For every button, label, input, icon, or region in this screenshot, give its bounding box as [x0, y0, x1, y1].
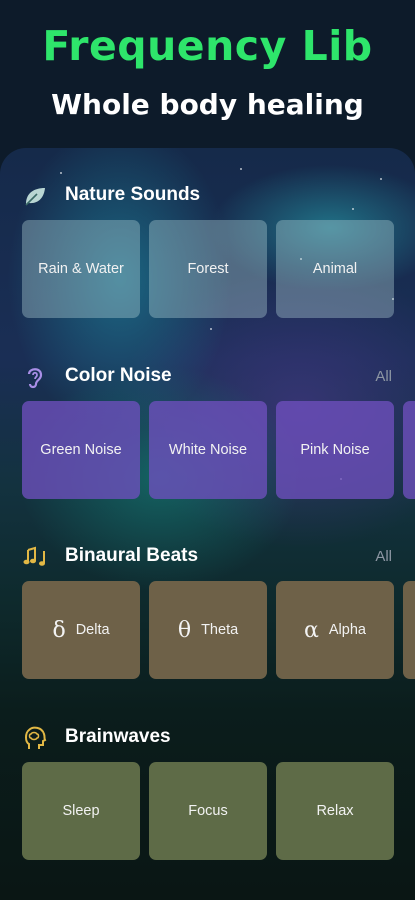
- tile-green-noise[interactable]: Green Noise: [22, 401, 140, 499]
- tile-white-noise[interactable]: White Noise: [149, 401, 267, 499]
- tile-label: Delta: [75, 622, 110, 638]
- app-subtitle: Whole body healing: [51, 88, 364, 121]
- section-title: Color Noise: [65, 365, 172, 386]
- tile-label: Alpha: [328, 622, 366, 638]
- music-notes-icon: [22, 544, 48, 570]
- tile-partial-next[interactable]: [403, 401, 415, 499]
- section-title: Nature Sounds: [65, 184, 201, 205]
- leaf-icon: [22, 183, 48, 209]
- tile-sleep[interactable]: Sleep: [22, 762, 140, 860]
- color-noise-all-link[interactable]: All: [375, 368, 392, 385]
- tile-focus[interactable]: Focus: [149, 762, 267, 860]
- brain-head-icon: [22, 725, 48, 751]
- binaural-all-link[interactable]: All: [375, 548, 392, 565]
- section-binaural-beats: Binaural Beats All: [22, 542, 394, 572]
- library-panel: Nature Sounds Rain & Water Forest Animal…: [0, 148, 415, 900]
- tile-delta[interactable]: δ Delta: [22, 581, 140, 679]
- theta-symbol: θ: [177, 617, 192, 643]
- section-nature-sounds: Nature Sounds: [22, 181, 394, 211]
- ear-icon: [22, 364, 48, 390]
- binaural-beats-row: δ Delta θ Theta α Alpha: [22, 581, 415, 679]
- brainwaves-row: Sleep Focus Relax: [22, 762, 415, 860]
- section-title: Brainwaves: [65, 726, 171, 747]
- tile-animal[interactable]: Animal: [276, 220, 394, 318]
- tile-partial-next[interactable]: [403, 581, 415, 679]
- tile-alpha[interactable]: α Alpha: [276, 581, 394, 679]
- section-color-noise: Color Noise All: [22, 362, 394, 392]
- nature-sounds-row: Rain & Water Forest Animal: [22, 220, 415, 318]
- section-title: Binaural Beats: [65, 545, 199, 566]
- alpha-symbol: α: [304, 617, 319, 643]
- tile-theta[interactable]: θ Theta: [149, 581, 267, 679]
- delta-symbol: δ: [52, 617, 66, 643]
- tile-label: Theta: [201, 622, 239, 638]
- tile-pink-noise[interactable]: Pink Noise: [276, 401, 394, 499]
- app-title: Frequency Lib: [42, 22, 373, 70]
- tile-relax[interactable]: Relax: [276, 762, 394, 860]
- tile-forest[interactable]: Forest: [149, 220, 267, 318]
- section-brainwaves: Brainwaves: [22, 723, 394, 753]
- tile-rain-water[interactable]: Rain & Water: [22, 220, 140, 318]
- color-noise-row: Green Noise White Noise Pink Noise: [22, 401, 415, 499]
